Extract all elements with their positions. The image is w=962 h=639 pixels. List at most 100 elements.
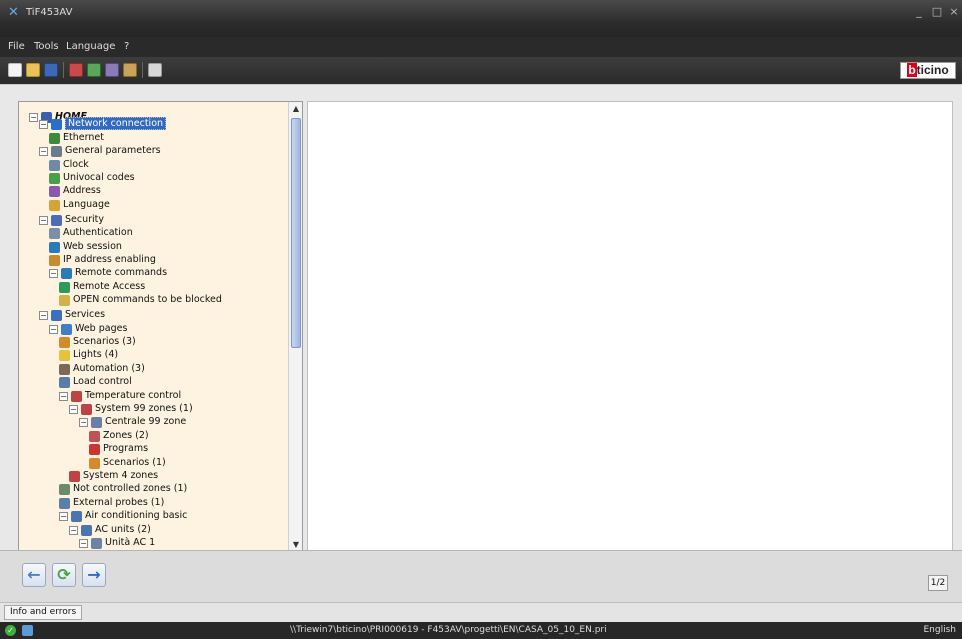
tree-node[interactable]: − Unità AC 1 [79, 537, 155, 549]
tree-node[interactable]: − Remote commands [49, 267, 167, 279]
tree-node-label: Remote Access [73, 281, 146, 292]
toolbar-separator [142, 62, 143, 78]
tree-node[interactable]: OPEN commands to be blocked [59, 294, 222, 306]
tree-node-label: System 99 zones (1) [95, 403, 193, 414]
tree-node[interactable]: External probes (1) [59, 497, 164, 509]
tree-node[interactable]: Address [49, 185, 101, 197]
language-icon [49, 199, 60, 211]
content-pane [307, 101, 953, 551]
tree-node[interactable]: − Temperature control [59, 390, 181, 402]
tools-icon[interactable] [105, 63, 119, 77]
webpage-icon [61, 323, 72, 335]
info-and-errors-tab[interactable]: Info and errors [4, 605, 83, 620]
collapse-icon[interactable]: − [79, 417, 88, 427]
tree-scrollbar[interactable]: ▲ ▼ [288, 102, 302, 550]
tree-node[interactable]: − Centrale 99 zone [79, 416, 186, 428]
tree-node[interactable]: System 4 zones [69, 470, 158, 482]
scenario-icon [89, 457, 100, 469]
central-icon [91, 416, 102, 428]
globe-icon [59, 281, 70, 293]
tree-node[interactable]: Ethernet [49, 132, 104, 144]
menu-help[interactable]: ? [124, 37, 129, 52]
tree-node[interactable]: − Web pages [49, 323, 127, 335]
collapse-icon[interactable]: − [69, 404, 78, 414]
collapse-icon[interactable]: − [29, 112, 38, 122]
tree-node-label: System 4 zones [83, 470, 159, 481]
scroll-thumb[interactable] [291, 118, 301, 348]
collapse-icon[interactable]: − [59, 511, 68, 521]
tree-node[interactable]: Scenarios (1) [89, 457, 166, 469]
page-indicator: 1/2 [928, 575, 948, 591]
tree-node[interactable]: Lights (4) [59, 349, 118, 361]
workspace: −HOME−Network connectionEthernet−General… [0, 84, 962, 551]
collapse-icon[interactable]: − [39, 146, 48, 156]
collapse-icon[interactable]: − [39, 119, 48, 129]
tree-node-label: External probes (1) [73, 497, 165, 508]
menu-file[interactable]: File [8, 37, 25, 52]
menu-tools[interactable]: Tools [34, 37, 59, 52]
collapse-icon[interactable]: − [49, 268, 58, 278]
tree-node[interactable]: − General parameters [39, 145, 161, 157]
tree-node[interactable]: − System 99 zones (1) [69, 403, 193, 415]
title-bar: ✕ TiF453AV _ □ × [0, 0, 962, 37]
tree-node-label: Authentication [63, 227, 133, 238]
tree-node[interactable]: − Air conditioning basic [59, 510, 187, 522]
collapse-icon[interactable]: − [39, 310, 48, 320]
tree-node-label: IP address enabling [63, 254, 156, 265]
navigation-bar: ← ⟳ → 1/2 [0, 550, 962, 602]
menu-bar: File Tools Language ? [0, 37, 962, 57]
tree-node[interactable]: Not controlled zones (1) [59, 483, 187, 495]
info-bar: Info and errors [0, 602, 962, 622]
tree-node[interactable]: Programs [89, 443, 148, 455]
open-icon[interactable] [26, 63, 40, 77]
menu-language[interactable]: Language [66, 37, 115, 52]
tree-node[interactable]: IP address enabling [49, 254, 156, 266]
tree-node[interactable]: Scenarios (3) [59, 336, 136, 348]
tree-node[interactable]: − Security [39, 214, 104, 226]
collapse-icon[interactable]: − [39, 215, 48, 225]
tree-node-label: AC units (2) [95, 524, 151, 535]
ac-icon [71, 510, 82, 522]
tree-node[interactable]: Web session [49, 241, 122, 253]
tree-node[interactable]: Load control [59, 376, 132, 388]
network-icon [51, 118, 62, 130]
tree-node[interactable]: Automation (3) [59, 363, 145, 375]
upload-icon[interactable] [69, 63, 83, 77]
back-button[interactable]: ← [22, 563, 46, 587]
tree-node[interactable]: − Services [39, 309, 105, 321]
tree-node-label: Lights (4) [73, 349, 119, 360]
close-button[interactable]: × [947, 5, 961, 19]
tree-node[interactable]: − AC units (2) [69, 524, 151, 536]
app-icon: ✕ [8, 5, 19, 20]
collapse-icon[interactable]: − [59, 391, 68, 401]
tree-node[interactable]: Zones (2) [89, 430, 149, 442]
maximize-button[interactable]: □ [930, 5, 944, 19]
tree-node[interactable]: Language [49, 199, 110, 211]
connect-icon[interactable] [123, 63, 137, 77]
tree-node-label: Ethernet [63, 132, 104, 143]
tree-node[interactable]: Remote Access [59, 281, 145, 293]
zone-icon [59, 483, 70, 495]
tree-node[interactable]: Authentication [49, 227, 133, 239]
forward-button[interactable]: → [82, 563, 106, 587]
firmware-icon[interactable] [148, 63, 162, 77]
collapse-icon[interactable]: − [79, 538, 88, 548]
lock-icon [59, 294, 70, 306]
minimize-button[interactable]: _ [912, 5, 926, 19]
tree-node[interactable]: Univocal codes [49, 172, 135, 184]
save-icon[interactable] [44, 63, 58, 77]
tree-node-label: Remote commands [75, 267, 168, 278]
refresh-button[interactable]: ⟳ [52, 563, 76, 587]
new-icon[interactable] [8, 63, 22, 77]
tree-node-label: Load control [73, 376, 132, 387]
zone-icon [89, 430, 100, 442]
remote-icon [61, 267, 72, 279]
scenario-icon [59, 336, 70, 348]
tree-node[interactable]: Clock [49, 159, 89, 171]
tree-node[interactable]: − Network connection [39, 117, 167, 130]
collapse-icon[interactable]: − [49, 324, 58, 334]
scroll-up-icon[interactable]: ▲ [290, 103, 302, 115]
collapse-icon[interactable]: − [69, 525, 78, 535]
tree-node-label: General parameters [65, 145, 161, 156]
download-icon[interactable] [87, 63, 101, 77]
